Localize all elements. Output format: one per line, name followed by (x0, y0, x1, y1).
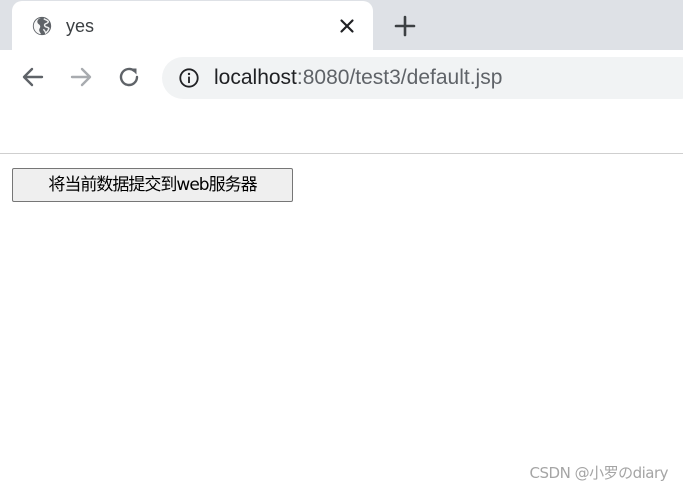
tab-title: yes (66, 16, 95, 36)
close-icon[interactable] (335, 14, 359, 38)
browser-tab[interactable]: yes (12, 1, 373, 51)
info-icon[interactable] (178, 67, 200, 89)
browser-toolbar: localhost:8080/test3/default.jsp (0, 50, 683, 104)
url-text[interactable]: localhost:8080/test3/default.jsp (214, 65, 502, 91)
url-path: :8080/test3/default.jsp (296, 66, 503, 89)
reload-icon[interactable] (116, 64, 142, 90)
tab-strip: yes (0, 0, 683, 51)
toolbar-divider (0, 153, 683, 154)
plus-icon[interactable] (392, 13, 418, 39)
address-bar[interactable]: localhost:8080/test3/default.jsp (162, 57, 683, 99)
url-host: localhost (214, 66, 297, 89)
globe-icon (32, 16, 52, 36)
arrow-left-icon[interactable] (20, 64, 46, 90)
arrow-right-icon[interactable] (68, 64, 94, 90)
submit-data-button[interactable]: 将当前数据提交到web服务器 (12, 168, 293, 202)
watermark: CSDN @小罗のdiary (529, 464, 669, 482)
